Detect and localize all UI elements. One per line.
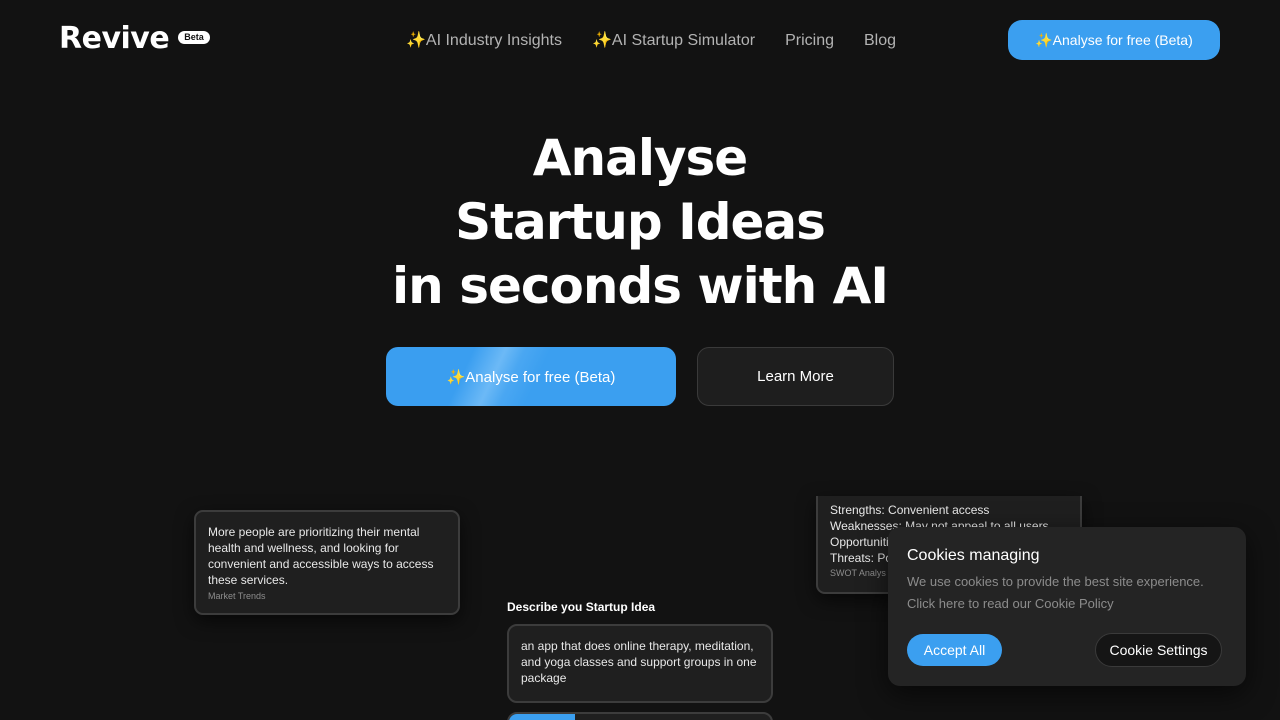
beta-badge: Beta [178,30,210,44]
swot-strengths: Strengths: Convenient access [830,503,990,517]
idea-input[interactable]: an app that does online therapy, meditat… [507,624,773,703]
cookie-settings-button[interactable]: Cookie Settings [1095,633,1222,667]
learn-more-button[interactable]: Learn More [697,347,894,406]
accept-all-button[interactable]: Accept All [907,634,1002,666]
market-trend-text: More people are prioritizing their menta… [208,525,434,587]
hero-line-2: Startup Ideas [455,193,826,251]
cookie-title: Cookies managing [907,547,1040,564]
market-trend-tag: Market Trends [208,591,266,601]
landing-page: Revive Beta ✨AI Industry Insights ✨AI St… [0,0,1280,720]
idea-label: Describe you Startup Idea [507,600,656,614]
nav-ai-startup-simulator[interactable]: ✨AI Startup Simulator [592,31,755,51]
market-trend-card: More people are prioritizing their menta… [194,510,460,615]
hero-analyse-button[interactable]: ✨Analyse for free (Beta) [386,347,676,406]
nav-blog[interactable]: Blog [864,31,896,51]
nav-pricing[interactable]: Pricing [785,31,834,51]
logo[interactable]: Revive Beta [59,21,210,57]
hero-heading: Analyse Startup Ideas in seconds with AI [0,126,1280,318]
nav-ai-industry-insights[interactable]: ✨AI Industry Insights [406,31,562,51]
main-nav: ✨AI Industry Insights ✨AI Startup Simula… [406,31,896,51]
cookie-policy-link[interactable]: Click here to read our Cookie Policy [907,593,1227,615]
header-analyse-button[interactable]: ✨Analyse for free (Beta) [1008,20,1220,60]
idea-progress-bar [507,712,773,720]
cookie-body-text: We use cookies to provide the best site … [907,574,1204,589]
cookie-body: We use cookies to provide the best site … [907,571,1227,615]
cookie-banner: Cookies managing We use cookies to provi… [888,527,1246,686]
hero-line-3: in seconds with AI [392,257,889,315]
hero-line-1: Analyse [532,129,748,187]
idea-progress-fill [509,714,575,720]
logo-text: Revive [59,21,170,56]
